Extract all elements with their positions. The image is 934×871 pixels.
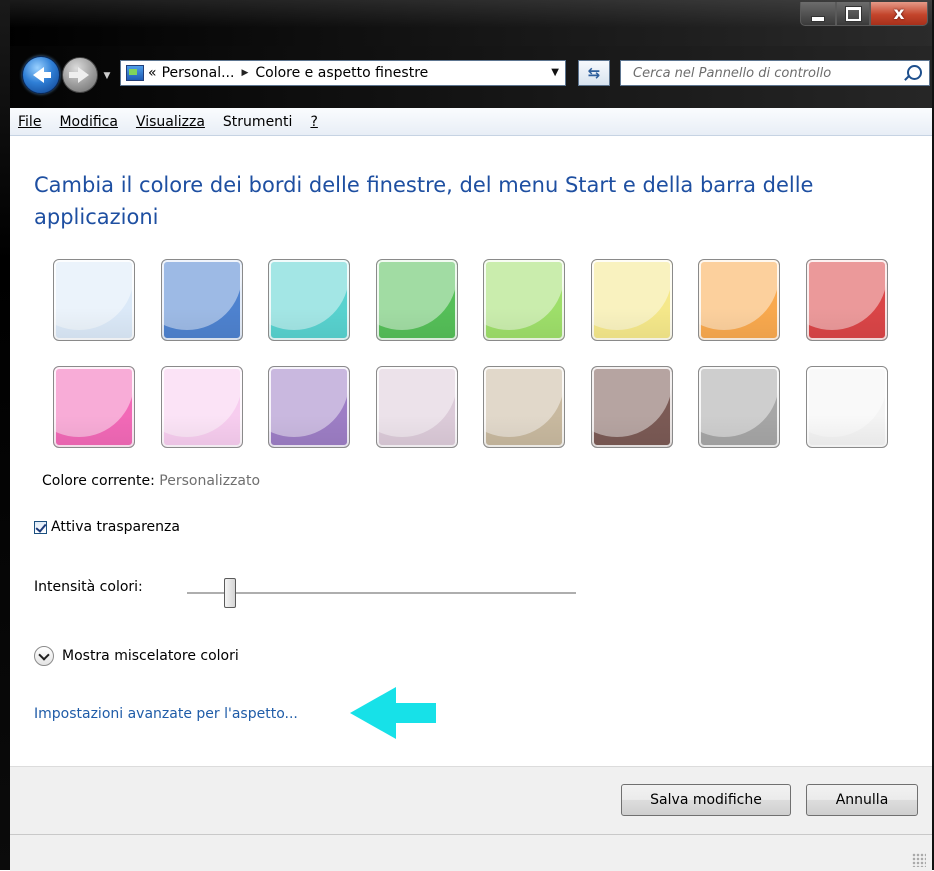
menu-visualizza[interactable]: Visualizza (128, 114, 215, 130)
advanced-appearance-link[interactable]: Impostazioni avanzate per l'aspetto... (34, 706, 298, 722)
current-color-value: Personalizzato (159, 473, 261, 489)
transparency-option[interactable]: Attiva trasparenza (34, 519, 180, 535)
save-changes-button[interactable]: Salva modifiche (621, 784, 791, 816)
maximize-button[interactable] (836, 2, 870, 26)
intensity-label: Intensità colori: (34, 579, 143, 595)
address-dropdown-icon[interactable]: ▼ (551, 67, 559, 78)
page-title: Cambia il colore dei bordi delle finestr… (34, 173, 814, 229)
recent-pages-dropdown[interactable]: ▼ (100, 70, 114, 82)
menu-strumenti-label: Strumenti (222, 113, 293, 130)
menu-modifica-label: Modifica (59, 113, 118, 130)
color-swatch[interactable] (483, 366, 565, 448)
menu-file[interactable]: File (10, 114, 51, 130)
color-swatch[interactable] (375, 259, 458, 341)
color-swatch[interactable] (160, 259, 243, 341)
window-left-edge (0, 0, 10, 870)
color-swatch[interactable] (698, 259, 780, 341)
intensity-slider-thumb[interactable] (223, 578, 236, 608)
current-color-label: Colore corrente: (42, 473, 155, 489)
transparency-label[interactable]: Attiva trasparenza (51, 519, 180, 535)
maximize-icon (845, 6, 861, 21)
cancel-button[interactable]: Annulla (806, 784, 918, 816)
current-color: Colore corrente: Personalizzato (42, 473, 260, 489)
menu-strumenti[interactable]: Strumenti (215, 114, 303, 130)
search-box[interactable] (620, 60, 930, 86)
color-swatch[interactable] (590, 259, 673, 341)
breadcrumb-separator-icon[interactable]: ▶ (241, 68, 248, 78)
annotation-arrow-icon (350, 687, 436, 739)
color-mixer-label[interactable]: Mostra miscelatore colori (62, 648, 239, 664)
minimize-icon (811, 15, 825, 22)
transparency-checkbox[interactable] (34, 520, 47, 534)
color-swatch[interactable] (483, 259, 565, 341)
color-swatch[interactable] (53, 259, 135, 341)
menu-help-label: ? (310, 113, 318, 130)
menu-modifica[interactable]: Modifica (51, 114, 128, 130)
close-icon: x (893, 3, 905, 24)
resize-grip-icon[interactable] (912, 853, 926, 867)
refresh-button[interactable]: ⇆ (578, 60, 610, 86)
search-icon[interactable] (907, 65, 922, 80)
close-button[interactable]: x (870, 2, 928, 26)
chevron-down-icon (38, 648, 50, 661)
color-swatch[interactable] (805, 366, 888, 448)
main-content: Cambia il colore dei bordi delle finestr… (10, 136, 932, 766)
breadcrumb-personalization[interactable]: Personal... (162, 65, 235, 81)
forward-arrow-icon (68, 67, 89, 83)
window: x ▼ « Personal... ▶ Colore e aspetto fin… (0, 0, 934, 871)
search-input[interactable] (631, 64, 905, 82)
footer: Salva modifiche Annulla (10, 766, 932, 835)
color-swatch[interactable] (53, 366, 135, 448)
control-panel-icon (126, 65, 144, 81)
expand-chevron-button[interactable] (34, 646, 54, 666)
forward-button[interactable] (62, 57, 98, 93)
color-swatch[interactable] (375, 366, 458, 448)
caption-buttons: x (800, 2, 928, 30)
intensity-row: Intensità colori: (34, 579, 143, 595)
status-bar (10, 834, 932, 871)
menu-file-label: File (18, 113, 42, 130)
color-swatch[interactable] (805, 259, 888, 341)
back-arrow-icon (33, 67, 51, 83)
color-swatch[interactable] (160, 366, 243, 448)
menu-visualizza-label: Visualizza (135, 113, 205, 130)
color-swatch[interactable] (268, 366, 350, 448)
back-button[interactable] (22, 56, 60, 94)
menu-help[interactable]: ? (302, 114, 327, 130)
color-mixer-toggle[interactable]: Mostra miscelatore colori (34, 646, 239, 666)
color-swatch[interactable] (698, 366, 780, 448)
title-bar[interactable]: x (0, 0, 934, 46)
minimize-button[interactable] (800, 2, 836, 26)
breadcrumb-window-color[interactable]: Colore e aspetto finestre (255, 65, 428, 81)
intensity-slider-track[interactable] (187, 592, 576, 595)
color-swatch[interactable] (590, 366, 673, 448)
color-swatch[interactable] (268, 259, 350, 341)
menu-bar: File Modifica Visualizza Strumenti ? (10, 108, 932, 136)
breadcrumb-overflow[interactable]: « (148, 65, 157, 81)
refresh-icon: ⇆ (587, 64, 601, 82)
address-bar[interactable]: « Personal... ▶ Colore e aspetto finestr… (120, 60, 566, 86)
